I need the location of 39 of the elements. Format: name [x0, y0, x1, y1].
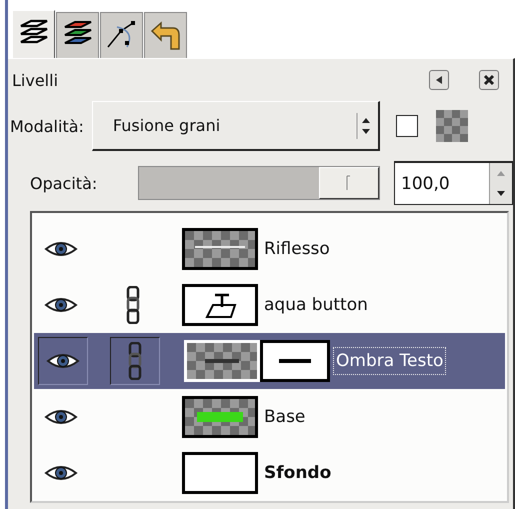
- layer-name: Ombra Testo: [333, 347, 446, 375]
- layer-name: Base: [263, 406, 306, 429]
- chain-icon: [128, 342, 142, 380]
- mode-dropdown[interactable]: Fusione grani: [92, 101, 380, 151]
- close-icon: [483, 74, 495, 86]
- lock-alpha-checkbox[interactable]: [396, 115, 418, 137]
- visibility-toggle[interactable]: [38, 337, 88, 385]
- layer-name: Sfondo: [263, 462, 332, 485]
- dock-tab[interactable]: [100, 12, 143, 58]
- layer-row[interactable]: Riflesso: [32, 221, 507, 277]
- dock-tab[interactable]: [56, 12, 99, 58]
- eye-icon: [44, 464, 78, 482]
- slider-handle[interactable]: [319, 167, 379, 199]
- mask-thumbnail[interactable]: [260, 340, 330, 382]
- layer-row[interactable]: Base: [32, 389, 507, 445]
- layer-name: aqua button: [263, 294, 369, 317]
- eye-icon: [46, 352, 80, 370]
- layer-row[interactable]: aqua button: [32, 277, 507, 333]
- chain-icon: [126, 286, 140, 324]
- spin-arrows-icon: [356, 110, 372, 140]
- close-button[interactable]: [479, 70, 499, 90]
- left-triangle-icon: [434, 75, 444, 85]
- link-toggle[interactable]: [110, 337, 160, 385]
- eye-icon: [44, 240, 78, 258]
- layer-row[interactable]: Sfondo: [32, 445, 507, 501]
- eye-icon: [44, 408, 78, 426]
- layer-thumbnail[interactable]: [182, 396, 258, 438]
- undo-arrow-icon: [148, 18, 182, 52]
- mode-label: Modalità:: [10, 116, 84, 136]
- layer-row[interactable]: Ombra Testo: [34, 333, 505, 389]
- eye-icon: [44, 296, 78, 314]
- layer-thumbnail[interactable]: [182, 452, 258, 494]
- menu-button[interactable]: [429, 70, 449, 90]
- layer-thumbnail[interactable]: [182, 284, 258, 326]
- layer-thumbnail[interactable]: [182, 228, 258, 270]
- layer-name: Riflesso: [263, 238, 331, 261]
- transparency-icon: [436, 110, 468, 142]
- panel-title: Livelli: [11, 70, 60, 90]
- opacity-label: Opacità:: [29, 174, 98, 192]
